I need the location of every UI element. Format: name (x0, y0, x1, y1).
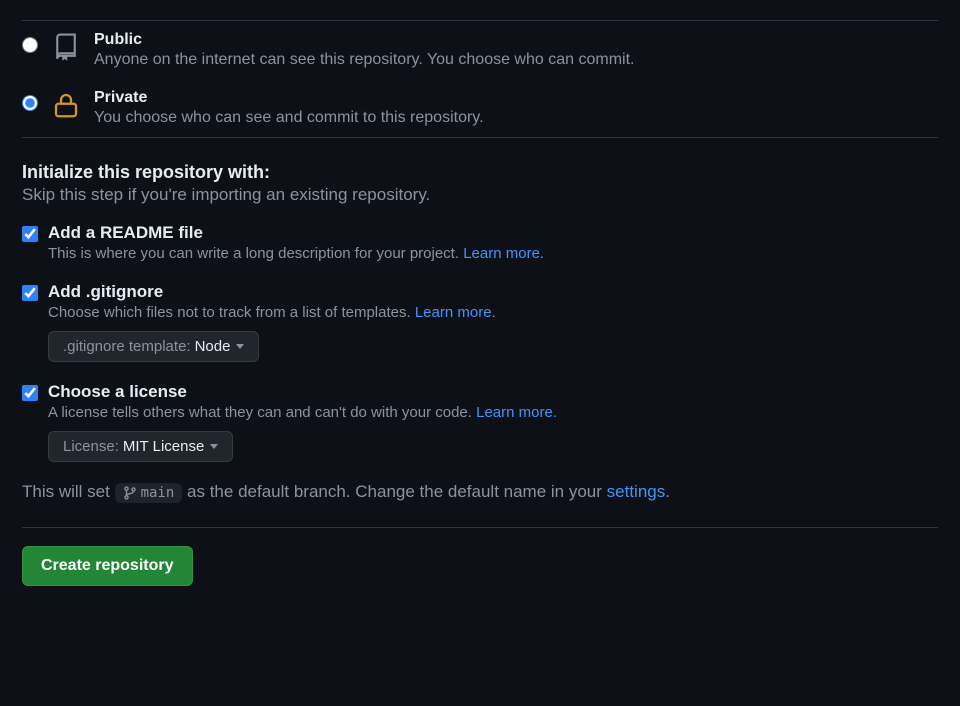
gitignore-desc: Choose which files not to track from a l… (48, 304, 938, 321)
caret-down-icon (236, 344, 244, 349)
license-title: Choose a license (48, 382, 938, 402)
visibility-public-title: Public (94, 31, 938, 49)
visibility-private-radio[interactable] (22, 95, 38, 111)
license-select[interactable]: License: MIT License (48, 431, 233, 462)
init-subheading: Skip this step if you're importing an ex… (22, 185, 938, 205)
divider-visibility (22, 137, 938, 138)
gitignore-checkbox[interactable] (22, 285, 38, 301)
visibility-public-row[interactable]: Public Anyone on the internet can see th… (22, 21, 938, 79)
readme-learn-more-link[interactable]: Learn more. (463, 245, 544, 262)
visibility-private-desc: You choose who can see and commit to thi… (94, 109, 938, 127)
visibility-public-radio[interactable] (22, 37, 38, 53)
branch-pill: main (115, 483, 183, 503)
caret-down-icon (210, 444, 218, 449)
gitignore-row: Add .gitignore Choose which files not to… (22, 282, 938, 362)
visibility-public-desc: Anyone on the internet can see this repo… (94, 51, 938, 69)
readme-checkbox[interactable] (22, 226, 38, 242)
git-branch-icon (123, 486, 137, 500)
lock-icon (50, 89, 82, 121)
gitignore-learn-more-link[interactable]: Learn more. (415, 304, 496, 321)
readme-row: Add a README file This is where you can … (22, 223, 938, 262)
visibility-private-row[interactable]: Private You choose who can see and commi… (22, 79, 938, 137)
visibility-private-title: Private (94, 89, 938, 107)
create-repository-button[interactable]: Create repository (22, 546, 193, 586)
gitignore-template-select[interactable]: .gitignore template: Node (48, 331, 259, 362)
repo-icon (50, 31, 82, 63)
license-learn-more-link[interactable]: Learn more. (476, 404, 557, 421)
settings-link[interactable]: settings (607, 482, 666, 501)
readme-title: Add a README file (48, 223, 938, 243)
init-heading: Initialize this repository with: (22, 162, 938, 183)
license-checkbox[interactable] (22, 385, 38, 401)
readme-desc: This is where you can write a long descr… (48, 245, 938, 262)
license-row: Choose a license A license tells others … (22, 382, 938, 462)
divider-bottom (22, 527, 938, 528)
default-branch-note: This will set main as the default branch… (22, 482, 938, 503)
license-desc: A license tells others what they can and… (48, 404, 938, 421)
gitignore-title: Add .gitignore (48, 282, 938, 302)
